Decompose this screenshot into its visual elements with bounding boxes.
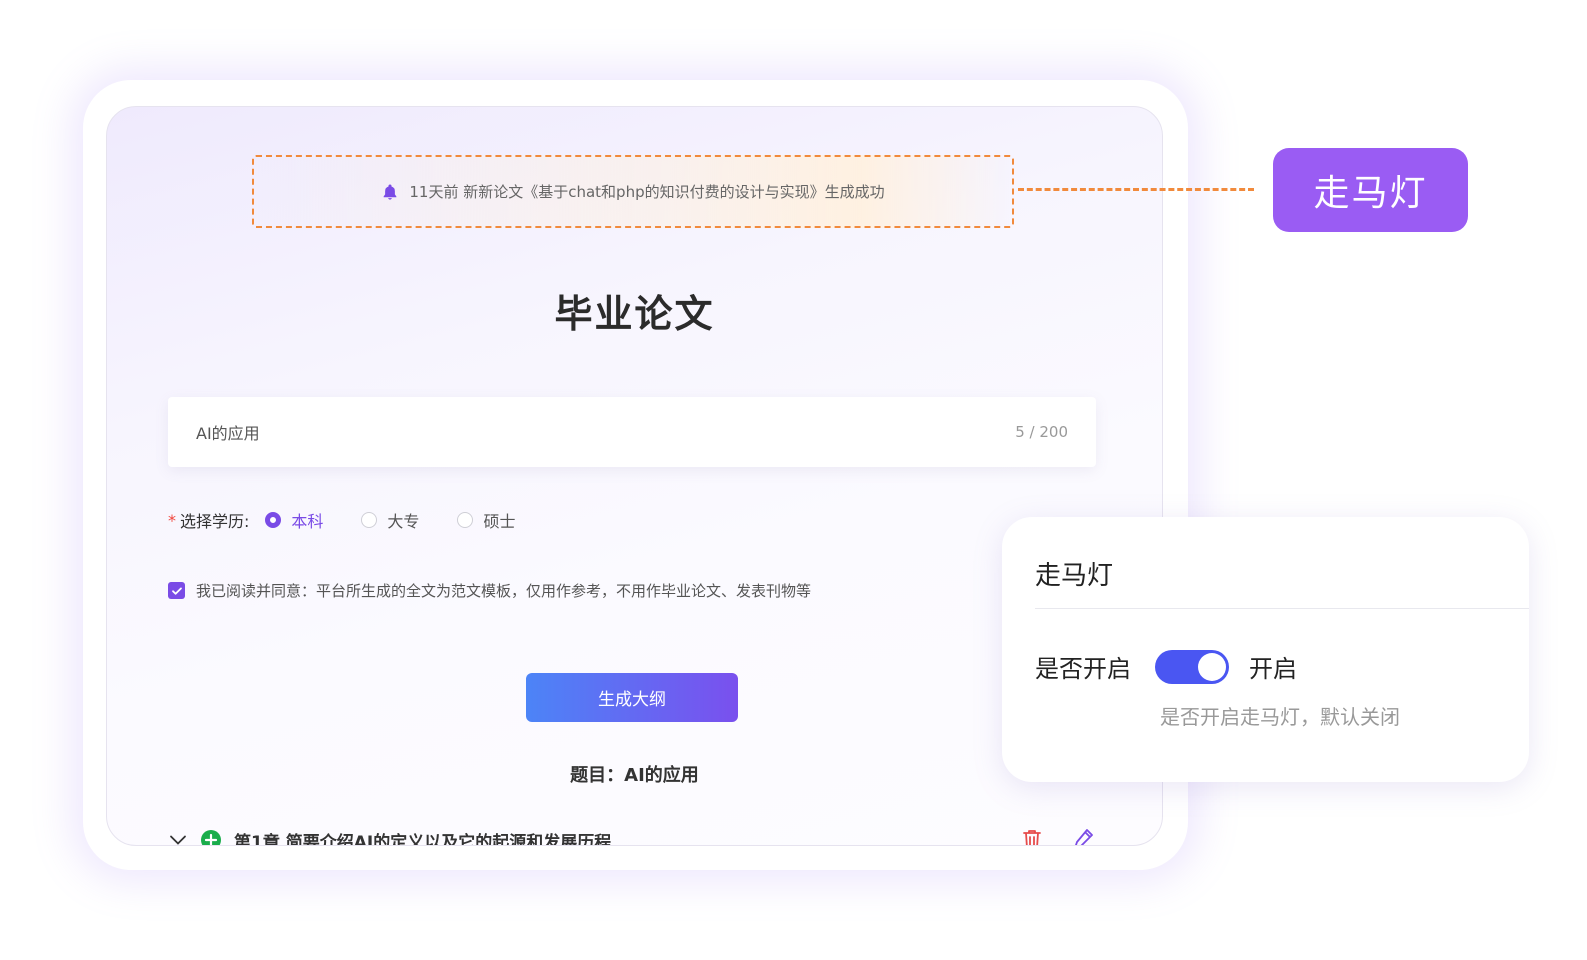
education-selector: * 选择学历: 本科 大专 硕士 xyxy=(168,507,537,533)
chapter-actions xyxy=(1020,827,1096,846)
callout-connector xyxy=(1018,188,1254,191)
radio-junior-college[interactable]: 大专 xyxy=(361,508,419,532)
bell-icon xyxy=(384,184,397,200)
promo-stage: 11天前 新新论文《基于chat和php的知识付费的设计与实现》生成成功 毕业论… xyxy=(0,0,1587,960)
education-label: 选择学历: xyxy=(180,512,250,531)
generate-outline-button[interactable]: 生成大纲 xyxy=(526,673,738,722)
topic-input-value: AI的应用 xyxy=(196,424,260,443)
outline-subject: 题目：AI的应用 xyxy=(570,765,699,786)
settings-hint: 是否开启走马灯，默认关闭 xyxy=(1160,705,1400,729)
toggle-label: 是否开启 xyxy=(1035,655,1131,683)
radio-dot xyxy=(265,512,282,528)
marquee-toggle-switch[interactable] xyxy=(1155,649,1229,684)
add-circle-icon[interactable] xyxy=(200,829,222,846)
settings-title: 走马灯 xyxy=(1035,561,1114,591)
pencil-icon[interactable] xyxy=(1072,827,1096,846)
radio-master[interactable]: 硕士 xyxy=(457,508,515,532)
required-mark: * xyxy=(168,510,176,530)
marquee-text: 11天前 新新论文《基于chat和php的知识付费的设计与实现》生成成功 xyxy=(409,183,885,201)
radio-undergraduate[interactable]: 本科 xyxy=(265,508,323,532)
marquee-banner[interactable]: 11天前 新新论文《基于chat和php的知识付费的设计与实现》生成成功 xyxy=(252,155,1014,228)
check-icon xyxy=(171,587,182,595)
settings-toggle-row: 是否开启 开启 xyxy=(1035,649,1297,684)
radio-dot xyxy=(361,512,378,528)
chapter-row: 第1章 简要介绍AI的定义以及它的起源和发展历程 xyxy=(168,825,1096,846)
radio-label: 大专 xyxy=(387,512,420,531)
radio-label: 本科 xyxy=(291,512,324,531)
topic-input[interactable]: AI的应用 5 / 200 xyxy=(168,397,1096,467)
trash-icon[interactable] xyxy=(1020,827,1044,846)
toggle-state-label: 开启 xyxy=(1249,655,1297,683)
radio-dot xyxy=(457,512,474,528)
settings-divider xyxy=(1035,608,1529,609)
agreement-checkbox[interactable] xyxy=(168,582,185,599)
char-counter: 5 / 200 xyxy=(1015,423,1068,441)
settings-card: 走马灯 是否开启 开启 是否开启走马灯，默认关闭 xyxy=(1002,517,1529,782)
agreement-row: 我已阅读并同意：平台所生成的全文为范文模板，仅用作参考，不用作毕业论文、发表刊物… xyxy=(168,580,811,601)
radio-label: 硕士 xyxy=(483,512,516,531)
toggle-knob xyxy=(1198,652,1226,681)
chevron-down-icon[interactable] xyxy=(168,830,188,846)
chapter-title: 第1章 简要介绍AI的定义以及它的起源和发展历程 xyxy=(234,832,612,846)
agreement-text: 我已阅读并同意：平台所生成的全文为范文模板，仅用作参考，不用作毕业论文、发表刊物… xyxy=(196,582,812,600)
callout-badge: 走马灯 xyxy=(1273,148,1468,232)
page-title: 毕业论文 xyxy=(554,292,715,336)
